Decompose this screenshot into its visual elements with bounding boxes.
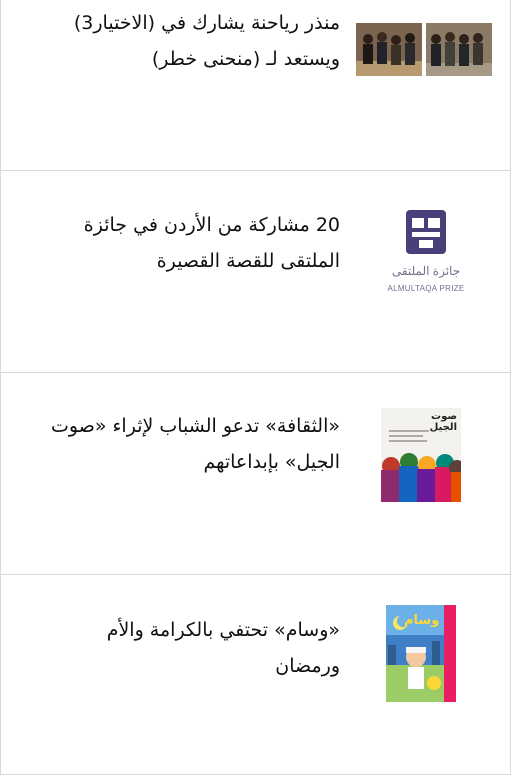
wisam-magazine-cover[interactable]: وسام <box>386 605 456 702</box>
cover-title: صوت الجيل <box>429 411 457 433</box>
cast-photo-thumbnail[interactable] <box>356 23 492 76</box>
sawt-aljeel-cover[interactable]: صوت الجيل <box>381 408 461 502</box>
news-list: منذر رياحنة يشارك في (الاختيار3) ويستعد … <box>0 0 511 775</box>
almultaqa-prize-logo[interactable]: جائزة الملتقى ALMULTAQA PRIZE <box>381 206 471 301</box>
cover-title: وسام <box>404 613 440 628</box>
article-title[interactable]: «الثقافة» تدعو الشباب لإثراء «صوت الجيل»… <box>40 408 340 480</box>
list-item[interactable]: منذر رياحنة يشارك في (الاختيار3) ويستعد … <box>1 0 510 171</box>
article-title[interactable]: 20 مشاركة من الأردن في جائزة الملتقى للق… <box>40 207 340 279</box>
article-title[interactable]: «وسام» تحتفي بالكرامة والأم ورمضان <box>40 612 340 684</box>
article-title[interactable]: منذر رياحنة يشارك في (الاختيار3) ويستعد … <box>40 5 340 77</box>
prize-logo-latin: ALMULTAQA PRIZE <box>387 284 465 293</box>
list-item[interactable]: 20 مشاركة من الأردن في جائزة الملتقى للق… <box>1 171 510 373</box>
list-item[interactable]: «الثقافة» تدعو الشباب لإثراء «صوت الجيل»… <box>1 373 510 575</box>
list-item[interactable]: «وسام» تحتفي بالكرامة والأم ورمضان وسام <box>1 575 510 775</box>
prize-logo-arabic: جائزة الملتقى <box>391 264 461 278</box>
